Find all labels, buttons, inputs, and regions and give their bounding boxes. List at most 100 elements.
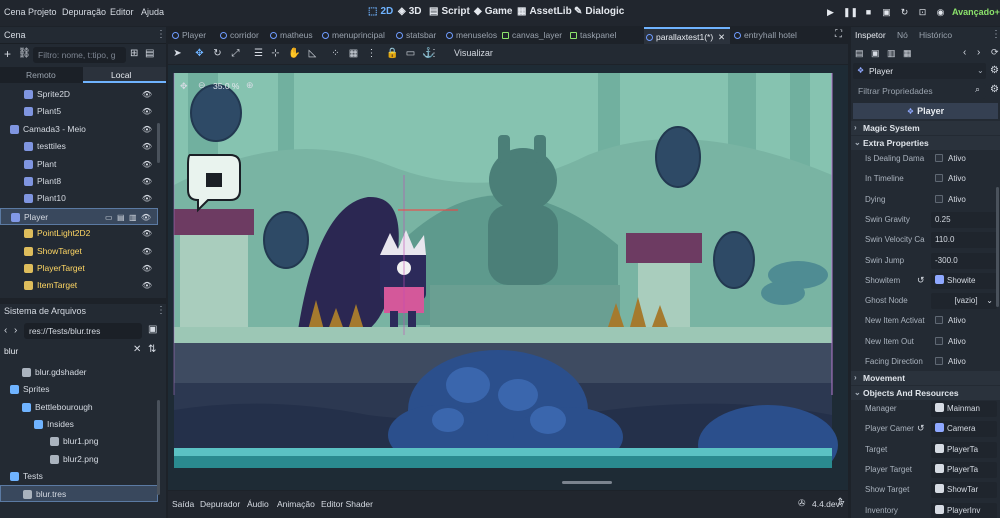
property-value-resource[interactable]: PlayerTa <box>931 441 997 458</box>
menu-cena[interactable]: Cena <box>4 7 26 17</box>
scene-tree-item-camada3-meio[interactable]: Camada3 - Meio 👁 <box>0 121 158 138</box>
tab-audio[interactable]: Áudio <box>247 499 269 509</box>
file-item-blur-gdshader[interactable]: blur.gdshader <box>0 364 158 381</box>
node-selector[interactable]: ❖ Player ⌄ <box>853 63 986 79</box>
property-value-check[interactable]: Ativo <box>931 151 997 167</box>
visibility-icon[interactable]: 👁 <box>142 190 152 207</box>
tab-historico[interactable]: Histórico <box>919 30 952 40</box>
property-value-number[interactable]: -300.0 <box>931 252 997 269</box>
workspace-3d-button[interactable]: ◈ 3D <box>398 6 422 17</box>
property-value-resource[interactable]: Camera <box>931 421 997 438</box>
tab-local[interactable]: Local <box>83 67 166 83</box>
visibility-icon[interactable]: 👁 <box>142 243 152 260</box>
folder-item-tests[interactable]: Tests <box>0 468 158 485</box>
folder-item-bettlebourough[interactable]: Bettlebourough <box>0 399 158 416</box>
play-scene-icon[interactable]: ⊡ <box>916 7 929 20</box>
group-icon[interactable]: ▭ <box>404 48 417 59</box>
remote-debug-icon[interactable]: ▣ <box>880 7 893 20</box>
tab-animacao[interactable]: Animação <box>277 499 315 509</box>
tab-taskpanel[interactable]: taskpanel <box>568 27 616 44</box>
scale-tool-icon[interactable]: ⤢ <box>229 48 242 59</box>
add-node-icon[interactable]: + <box>4 47 11 61</box>
tab-entryhall-hotel[interactable]: entryhall hotel <box>732 27 797 44</box>
file-tree-scrollbar[interactable] <box>157 400 160 495</box>
visibility-icon[interactable]: 👁 <box>142 277 152 294</box>
scene-tree-scrollbar[interactable] <box>157 123 160 163</box>
section-magic-system[interactable]: › Magic System <box>851 121 1000 135</box>
back-icon[interactable]: ‹ <box>4 325 7 336</box>
tab-menuselos[interactable]: menuselos <box>444 27 497 44</box>
file-item-blur1-png[interactable]: blur1.png <box>0 433 158 450</box>
script-attach-icon[interactable]: ▤ <box>145 48 154 59</box>
fullscreen-icon[interactable]: ⛶ <box>835 29 842 40</box>
dock-menu-icon[interactable]: ⋮ <box>156 305 166 316</box>
movie-icon[interactable]: ◉ <box>934 7 947 20</box>
scene-tree-item-showtarget[interactable]: ShowTarget 👁 <box>0 243 158 260</box>
menu-editor[interactable]: Editor <box>110 7 134 17</box>
ruler-tool-icon[interactable]: ◺ <box>306 48 319 59</box>
viewport-move-icon[interactable]: ✥ <box>180 81 188 92</box>
visibility-icon[interactable]: 👁 <box>142 225 152 242</box>
property-value-check[interactable]: Ativo <box>931 334 997 350</box>
zoom-out-icon[interactable]: ⊖ <box>198 80 206 91</box>
checkbox[interactable] <box>935 194 943 203</box>
renderer-selector[interactable]: Avançado+ <box>952 7 1000 17</box>
stop-icon[interactable]: ■ <box>862 7 875 20</box>
forward-icon[interactable]: › <box>14 325 17 336</box>
visibility-icon[interactable]: 👁 <box>141 209 151 226</box>
tab-statsbar[interactable]: statsbar <box>394 27 436 44</box>
history-forward-icon[interactable]: › <box>977 47 980 58</box>
property-value-resource[interactable]: PlayerInv <box>931 502 997 518</box>
split-mode-icon[interactable]: ▣ <box>148 324 157 335</box>
new-resource-icon[interactable]: ▤ <box>855 48 864 59</box>
menu-ajuda[interactable]: Ajuda <box>141 7 164 17</box>
tab-depurador[interactable]: Depurador <box>200 499 240 509</box>
checkbox[interactable] <box>935 357 943 365</box>
link-icon[interactable]: ⛓ <box>18 48 31 59</box>
list-tool-icon[interactable]: ☰ <box>252 48 265 59</box>
tab-canvas-layer[interactable]: canvas_layer <box>500 27 562 44</box>
clear-icon[interactable]: ✕ <box>133 344 141 355</box>
move-tool-icon[interactable]: ✥ <box>193 48 206 59</box>
tab-inspetor[interactable]: Inspetor <box>855 30 886 40</box>
visibility-icon[interactable]: 👁 <box>142 156 152 173</box>
workspace-2d-button[interactable]: ⬚ 2D <box>368 6 393 17</box>
folder-item-sprites[interactable]: Sprites <box>0 381 158 398</box>
scene-tree-item-plant10[interactable]: Plant10 👁 <box>0 190 158 207</box>
snap-options-icon[interactable]: ⋮ <box>365 48 378 59</box>
object-menu-icon[interactable]: ⚙ <box>990 65 999 76</box>
property-value-number[interactable]: 110.0 <box>931 232 997 249</box>
property-value-number[interactable]: 0.25 <box>931 211 997 228</box>
select-tool-icon[interactable]: ➤ <box>171 48 184 59</box>
property-value-check[interactable]: Ativo <box>931 192 997 208</box>
save-resource-icon[interactable]: ▥ <box>887 48 896 59</box>
play-icon[interactable]: ▶ <box>824 7 837 20</box>
tab-player[interactable]: Player <box>170 27 206 44</box>
checkbox[interactable] <box>935 174 943 183</box>
tab-no[interactable]: Nó <box>897 30 908 40</box>
property-filter-input[interactable]: Filtrar Propriedades <box>853 83 986 99</box>
group-icon[interactable]: ▥ <box>129 209 137 226</box>
scene-tree-item-playertarget[interactable]: PlayerTarget 👁 <box>0 260 158 277</box>
pause-icon[interactable]: ❚❚ <box>843 7 858 20</box>
checkbox[interactable] <box>935 154 943 162</box>
reload-icon[interactable]: ↻ <box>898 7 911 20</box>
dock-menu-icon[interactable]: ⋮ <box>156 29 166 40</box>
section-objects-and-resources[interactable]: ⌄ Objects And Resources <box>851 386 1000 400</box>
tab-matheus[interactable]: matheus <box>268 27 313 44</box>
pan-tool-icon[interactable]: ✋ <box>288 48 301 59</box>
scene-tree-item-pointlight2d2[interactable]: PointLight2D2 👁 <box>0 225 158 242</box>
inspector-scrollbar[interactable] <box>996 187 999 307</box>
scene-filter-input[interactable]: Filtro: nome, t:tipo, g <box>33 47 126 63</box>
filter-icon[interactable]: ⊞ <box>130 48 138 59</box>
lock-icon[interactable]: 🔒 <box>386 48 399 59</box>
revert-icon[interactable]: ↺ <box>917 423 925 434</box>
revert-icon[interactable]: ↺ <box>917 275 925 286</box>
visibility-icon[interactable]: 👁 <box>142 260 152 277</box>
workspace-script-button[interactable]: ▤ Script <box>429 6 470 17</box>
menu-projeto[interactable]: Projeto <box>28 7 57 17</box>
scene-tree-item-player[interactable]: Player 👁 ▭ ▤ ▥ <box>0 207 158 226</box>
property-value-resource[interactable]: ShowTar <box>931 482 997 499</box>
property-value-check[interactable]: Ativo <box>931 171 997 187</box>
zoom-in-icon[interactable]: ⊕ <box>246 80 254 91</box>
